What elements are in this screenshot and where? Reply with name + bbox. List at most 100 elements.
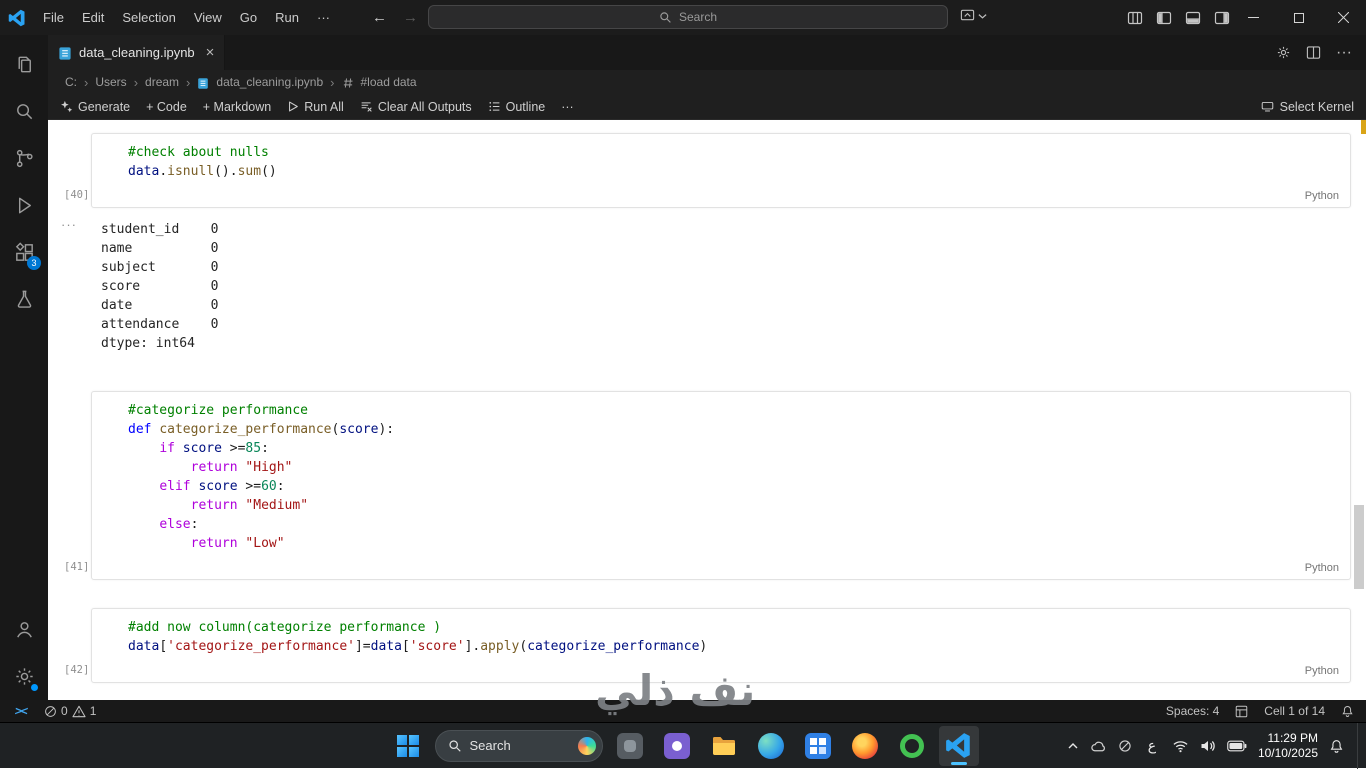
tray-chevron-up-icon[interactable] bbox=[1067, 741, 1079, 751]
firefox-icon[interactable] bbox=[845, 726, 885, 766]
breadcrumb-file[interactable]: data_cleaning.ipynb bbox=[216, 75, 323, 89]
tab-close-icon[interactable]: × bbox=[206, 45, 215, 60]
menu-more[interactable]: ··· bbox=[308, 10, 339, 25]
breadcrumb-users[interactable]: Users bbox=[95, 75, 126, 89]
onedrive-cloud-icon[interactable] bbox=[1090, 739, 1107, 753]
vscode-taskbar-icon[interactable] bbox=[938, 725, 979, 766]
outline-button[interactable]: Outline bbox=[488, 100, 545, 114]
command-center-search[interactable]: Search bbox=[428, 5, 948, 29]
settings-badge bbox=[30, 683, 39, 692]
code-editor[interactable]: #add now column(categorize performance )… bbox=[92, 609, 1350, 682]
toolbar-more-icon[interactable]: ··· bbox=[561, 100, 574, 114]
breadcrumb-separator: › bbox=[330, 74, 335, 90]
add-code-button[interactable]: + Code bbox=[146, 100, 187, 114]
split-editor-icon[interactable] bbox=[1306, 45, 1321, 60]
file-explorer-icon[interactable] bbox=[704, 726, 744, 766]
toggle-panel-icon[interactable] bbox=[1185, 10, 1201, 26]
run-debug-icon[interactable] bbox=[0, 182, 48, 229]
account-icon[interactable] bbox=[0, 606, 48, 653]
extensions-icon[interactable]: 3 bbox=[0, 229, 48, 276]
app-blue-grid-icon[interactable] bbox=[798, 726, 838, 766]
app-dark-icon[interactable] bbox=[610, 726, 650, 766]
menu-go[interactable]: Go bbox=[231, 10, 266, 25]
shield-icon[interactable] bbox=[1118, 739, 1132, 753]
code-line: #add now column(categorize performance ) bbox=[128, 618, 1340, 637]
breadcrumb-dream[interactable]: dream bbox=[145, 75, 179, 89]
menu-edit[interactable]: Edit bbox=[73, 10, 113, 25]
menu-view[interactable]: View bbox=[185, 10, 231, 25]
cell-gutter: [41] bbox=[48, 391, 91, 580]
select-kernel-button[interactable]: Select Kernel bbox=[1261, 100, 1354, 114]
cell-language-label: Python bbox=[1304, 190, 1339, 202]
battery-icon[interactable] bbox=[1227, 740, 1247, 752]
system-tray: ع 11:29 PM 10/10/2025 bbox=[1067, 723, 1360, 769]
cell-indicator[interactable]: Cell 1 of 14 bbox=[1264, 704, 1325, 718]
code-line: def categorize_performance(score): bbox=[128, 420, 1340, 439]
search-sidebar-icon[interactable] bbox=[0, 88, 48, 135]
code-token: apply bbox=[480, 639, 520, 654]
notebook-file-icon bbox=[58, 46, 72, 61]
add-markdown-button[interactable]: + Markdown bbox=[203, 100, 271, 114]
code-token: "Low" bbox=[245, 536, 285, 551]
app-green-icon[interactable] bbox=[892, 726, 932, 766]
menu-selection[interactable]: Selection bbox=[113, 10, 184, 25]
code-cell: #categorize performance def categorize_pe… bbox=[91, 391, 1351, 580]
notification-bell-icon[interactable] bbox=[1329, 739, 1344, 754]
wifi-icon[interactable] bbox=[1172, 739, 1189, 753]
code-editor[interactable]: #check about nulls data.isnull().sum() bbox=[92, 134, 1350, 207]
problems-indicator[interactable]: 0 1 bbox=[44, 704, 96, 718]
code-line: data['categorize_performance']=data['sco… bbox=[128, 637, 1340, 656]
volume-icon[interactable] bbox=[1200, 739, 1216, 753]
customize-layout-icon[interactable] bbox=[1127, 10, 1143, 26]
toggle-secondary-sidebar-icon[interactable] bbox=[1214, 10, 1230, 26]
code-token: : bbox=[276, 479, 285, 494]
output-more-actions[interactable]: ··· bbox=[48, 218, 91, 353]
toggle-primary-sidebar-icon[interactable] bbox=[1156, 10, 1172, 26]
minimize-button[interactable] bbox=[1231, 0, 1276, 35]
spaces-indicator[interactable]: Spaces: 4 bbox=[1166, 704, 1219, 718]
edge-icon[interactable] bbox=[751, 726, 791, 766]
code-token: if bbox=[159, 441, 175, 456]
error-icon bbox=[45, 705, 56, 717]
taskbar-search[interactable]: Search bbox=[434, 729, 603, 762]
maximize-button[interactable] bbox=[1276, 0, 1321, 35]
app-purple-icon[interactable] bbox=[657, 726, 697, 766]
more-actions-icon[interactable]: ··· bbox=[1336, 44, 1352, 62]
code-token: #categorize performance bbox=[128, 403, 309, 418]
layout-icon[interactable] bbox=[1235, 705, 1248, 718]
activity-bar: 3 bbox=[0, 35, 48, 700]
run-all-button[interactable]: Run All bbox=[287, 100, 344, 114]
start-button[interactable] bbox=[388, 726, 428, 766]
notifications-bell-icon[interactable] bbox=[1341, 705, 1354, 718]
editor-scrollbar[interactable] bbox=[1354, 505, 1364, 589]
settings-gear-icon[interactable] bbox=[0, 653, 48, 700]
breadcrumb-drive[interactable]: C: bbox=[65, 75, 77, 89]
history-navigation: ← → bbox=[372, 9, 418, 26]
code-line: data.isnull().sum() bbox=[128, 162, 1340, 181]
menu-file[interactable]: File bbox=[34, 10, 73, 25]
code-editor[interactable]: #categorize performance def categorize_pe… bbox=[92, 392, 1350, 579]
open-window-action[interactable] bbox=[960, 8, 987, 23]
forward-arrow-icon[interactable]: → bbox=[403, 9, 418, 26]
testing-icon[interactable] bbox=[0, 276, 48, 323]
close-button[interactable] bbox=[1321, 0, 1366, 35]
gear-icon[interactable] bbox=[1276, 45, 1291, 60]
source-control-icon[interactable] bbox=[0, 135, 48, 182]
code-token: def bbox=[128, 422, 152, 437]
remote-indicator[interactable]: >< bbox=[5, 704, 37, 718]
show-desktop-button[interactable] bbox=[1357, 723, 1360, 769]
clock-date: 10/10/2025 bbox=[1257, 746, 1318, 760]
generate-button[interactable]: Generate bbox=[60, 100, 130, 114]
tab-data-cleaning[interactable]: data_cleaning.ipynb × bbox=[48, 35, 226, 70]
back-arrow-icon[interactable]: ← bbox=[372, 9, 387, 26]
taskbar-clock[interactable]: 11:29 PM 10/10/2025 bbox=[1258, 731, 1318, 761]
explorer-icon[interactable] bbox=[0, 41, 48, 88]
clear-all-icon bbox=[361, 102, 372, 112]
breadcrumb-cell-symbol[interactable]: #load data bbox=[361, 75, 417, 89]
language-indicator[interactable]: ع bbox=[1143, 738, 1161, 754]
kernel-icon bbox=[1261, 101, 1273, 112]
menu-run[interactable]: Run bbox=[266, 10, 308, 25]
clear-outputs-button[interactable]: Clear All Outputs bbox=[360, 100, 472, 114]
